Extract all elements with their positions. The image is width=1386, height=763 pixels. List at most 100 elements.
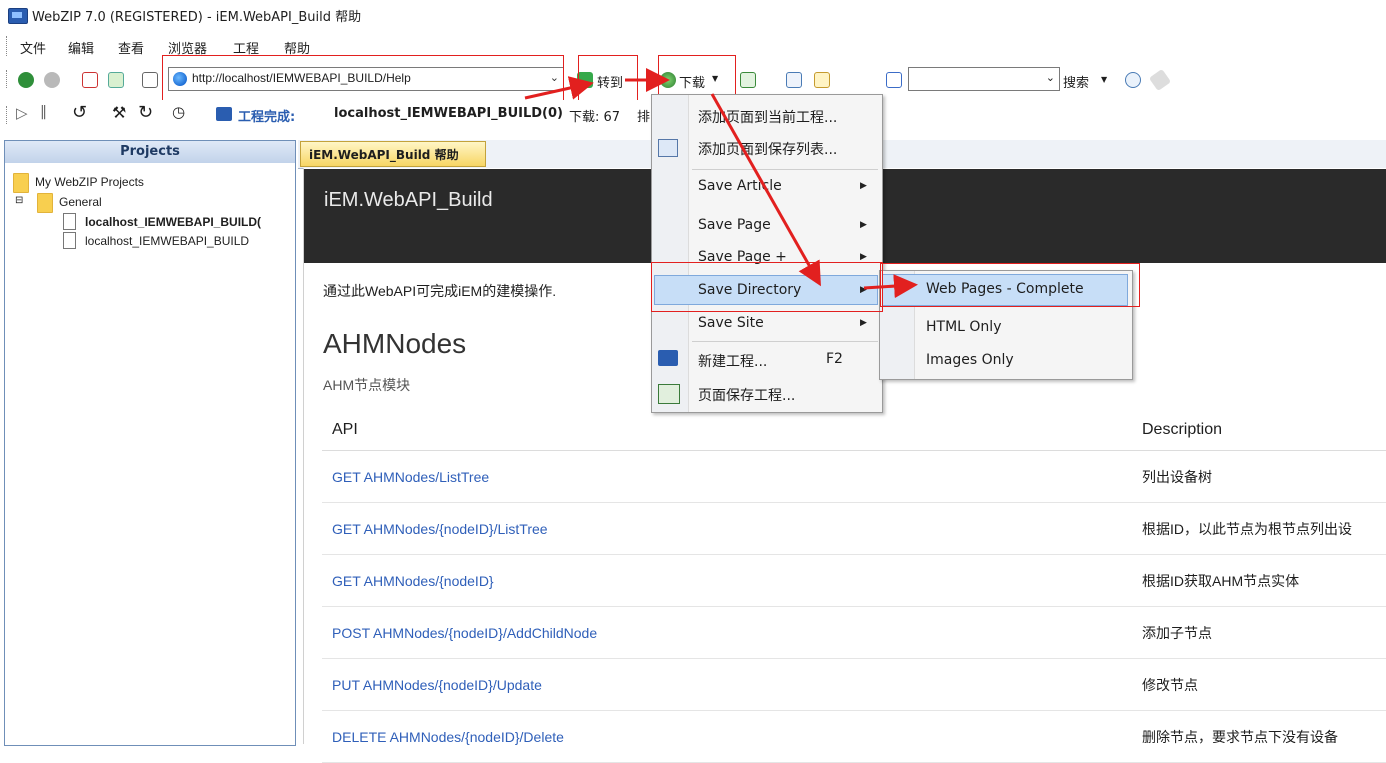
magnifier-icon[interactable]: [1125, 72, 1141, 88]
menu-separator: [692, 341, 878, 342]
back-icon[interactable]: [18, 72, 34, 88]
tab-active[interactable]: iEM.WebAPI_Build 帮助: [300, 141, 486, 167]
go-icon[interactable]: [577, 72, 593, 88]
go-button[interactable]: 转到: [597, 72, 623, 91]
submenu-item-web-pages-complete[interactable]: Web Pages - Complete: [926, 281, 1084, 297]
clock-icon[interactable]: ◷: [172, 103, 185, 121]
menu-item-new-project[interactable]: 新建工程...: [698, 351, 767, 371]
api-link[interactable]: GET AHMNodes/{nodeID}/ListTree: [322, 502, 1132, 555]
table-row: POST AHMNodes/{nodeID}/AddChildNode 添加子节…: [322, 606, 1386, 659]
submenu-item-images-only[interactable]: Images Only: [926, 352, 1014, 368]
menu-edit[interactable]: 编辑: [68, 38, 94, 57]
table-row: GET AHMNodes/{nodeID}/ListTree 根据ID，以此节点…: [322, 502, 1386, 555]
address-input[interactable]: http://localhost/IEMWEBAPI_BUILD/Help: [192, 71, 411, 85]
menu-item-add-to-save-list[interactable]: 添加页面到保存列表...: [698, 139, 837, 159]
new-project-icon: [658, 350, 678, 366]
menu-item-add-to-project[interactable]: 添加页面到当前工程...: [698, 107, 837, 127]
submenu-arrow-icon: ▶: [860, 220, 867, 230]
tree-item-project-active[interactable]: localhost_IEMWEBAPI_BUILD(: [85, 215, 291, 229]
ie-browser-icon: [173, 72, 187, 86]
submenu-arrow-icon: ▶: [860, 252, 867, 262]
reload-icon[interactable]: ↺: [72, 102, 87, 123]
sync-icon[interactable]: ↻: [138, 102, 153, 123]
webzip-app-icon: [8, 8, 28, 24]
search-input[interactable]: ⌄: [908, 67, 1060, 91]
api-description: 删除节点，要求节点下没有设备: [1132, 710, 1386, 763]
menu-view[interactable]: 查看: [118, 38, 144, 57]
new-folder-icon[interactable]: [814, 72, 830, 88]
save-directory-submenu: Web Pages - Complete HTML Only Images On…: [879, 270, 1133, 380]
banner-title: iEM.WebAPI_Build: [324, 189, 493, 211]
download-dropdown-icon[interactable]: ▼: [712, 74, 718, 83]
header-api: API: [322, 410, 1132, 451]
api-link[interactable]: DELETE AHMNodes/{nodeID}/Delete: [322, 710, 1132, 763]
download-button[interactable]: 下载: [679, 72, 705, 91]
download-menu: 添加页面到当前工程... 添加页面到保存列表... Save Article ▶…: [651, 94, 883, 413]
toolbar-grip: [6, 70, 10, 88]
status-truncated: 排: [637, 110, 651, 125]
api-description: 根据ID，以此节点为根节点列出设: [1132, 502, 1386, 555]
menu-item-save-page[interactable]: Save Page: [698, 217, 771, 233]
forward-icon[interactable]: [44, 72, 60, 88]
export-icon[interactable]: [740, 72, 756, 88]
add-to-list-icon: [658, 139, 678, 157]
api-link[interactable]: POST AHMNodes/{nodeID}/AddChildNode: [322, 606, 1132, 659]
status-label: 工程完成:: [238, 110, 296, 125]
search-dropdown-icon[interactable]: ▼: [1101, 75, 1107, 84]
menu-help[interactable]: 帮助: [284, 38, 310, 57]
pause-icon[interactable]: ‖: [40, 104, 47, 120]
section-subtitle: AHM节点模块: [323, 377, 411, 393]
api-link[interactable]: GET AHMNodes/ListTree: [322, 450, 1132, 503]
menu-file[interactable]: 文件: [20, 38, 46, 57]
collapse-icon[interactable]: ⊟: [15, 195, 23, 206]
api-link[interactable]: GET AHMNodes/{nodeID}: [322, 554, 1132, 607]
menu-item-save-article[interactable]: Save Article: [698, 178, 782, 194]
status-project: localhost_IEMWEBAPI_BUILD(0): [334, 106, 563, 121]
menubar-grip: [6, 36, 10, 56]
api-description: 修改节点: [1132, 658, 1386, 711]
folder-icon: [37, 193, 53, 213]
tree-root[interactable]: My WebZIP Projects: [35, 175, 144, 189]
google-search-icon: [886, 72, 902, 88]
api-table: API Description GET AHMNodes/ListTree 列出…: [322, 410, 1386, 763]
menu-project[interactable]: 工程: [233, 38, 259, 57]
play-icon[interactable]: ▷: [16, 104, 28, 122]
save-project-icon: [658, 384, 680, 404]
projects-header: Projects: [5, 141, 295, 163]
api-link[interactable]: PUT AHMNodes/{nodeID}/Update: [322, 658, 1132, 711]
stop-icon[interactable]: [82, 72, 98, 88]
api-description: 列出设备树: [1132, 450, 1386, 503]
menu-item-save-page-plus[interactable]: Save Page +: [698, 249, 787, 265]
download-icon[interactable]: [660, 72, 676, 88]
folder-icon: [13, 173, 29, 193]
api-description: 添加子节点: [1132, 606, 1386, 659]
menu-separator: [692, 169, 878, 170]
refresh-icon[interactable]: [108, 72, 124, 88]
submenu-arrow-icon: ▶: [860, 285, 867, 295]
menu-item-save-page-project[interactable]: 页面保存工程...: [698, 385, 795, 405]
status-download: 下载: 67: [569, 110, 621, 125]
search-button[interactable]: 搜索: [1063, 72, 1089, 91]
submenu-item-html-only[interactable]: HTML Only: [926, 319, 1001, 335]
api-description: 根据ID获取AHM节点实体: [1132, 554, 1386, 607]
projects-panel: Projects My WebZIP Projects ⊟ General lo…: [4, 140, 296, 746]
submenu-arrow-icon: ▶: [860, 181, 867, 191]
address-bar[interactable]: http://localhost/IEMWEBAPI_BUILD/Help ⌄: [168, 67, 564, 91]
section-title: AHMNodes: [323, 328, 467, 359]
menu-browser[interactable]: 浏览器: [168, 38, 207, 57]
copy-page-icon[interactable]: [786, 72, 802, 88]
search-chevron-down-icon[interactable]: ⌄: [1046, 71, 1055, 84]
menu-item-save-directory[interactable]: Save Directory: [698, 282, 801, 298]
table-row: GET AHMNodes/{nodeID} 根据ID获取AHM节点实体: [322, 554, 1386, 607]
title-bar: WebZIP 7.0 (REGISTERED) - iEM.WebAPI_Bui…: [0, 0, 1386, 30]
window-title: WebZIP 7.0 (REGISTERED) - iEM.WebAPI_Bui…: [32, 10, 362, 25]
shortcut-f2: F2: [826, 351, 843, 367]
chevron-down-icon[interactable]: ⌄: [550, 71, 559, 84]
home-icon[interactable]: [142, 72, 158, 88]
menu-item-save-site[interactable]: Save Site: [698, 315, 764, 331]
tree-item-project[interactable]: localhost_IEMWEBAPI_BUILD: [85, 234, 249, 248]
table-header-row: API Description: [322, 410, 1386, 451]
project-status-icon: [216, 107, 232, 121]
tools-icon[interactable]: ⚒: [112, 103, 126, 122]
tree-group-general[interactable]: General: [59, 195, 102, 209]
